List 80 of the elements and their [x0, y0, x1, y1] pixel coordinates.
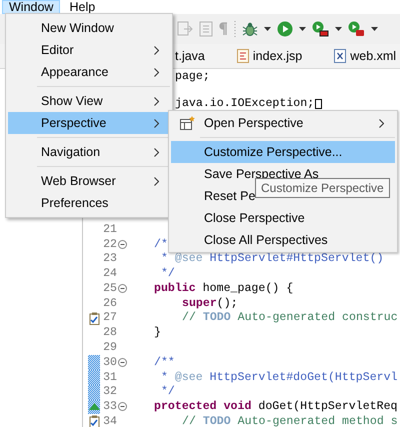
line-number: 22	[103, 238, 117, 250]
x-document-icon	[334, 49, 346, 63]
menu-item[interactable]: New Window	[8, 17, 170, 39]
line-number: 23	[103, 252, 117, 266]
line-number: 31	[103, 370, 117, 384]
collapse-icon[interactable]	[118, 284, 126, 294]
line-number: 24	[103, 267, 117, 280]
menu-item-label: Appearance	[41, 64, 108, 81]
menu-item-label: Customize Perspective...	[204, 144, 342, 161]
menu-item-label: Show View	[41, 92, 103, 110]
code-line: // TODO Auto-generated construc	[182, 310, 398, 326]
collapse-icon[interactable]	[118, 358, 126, 368]
menu-item-label: Close All Perspectives	[204, 232, 328, 249]
code-line: * @see HttpServlet#HttpServlet()	[160, 251, 384, 268]
code-line: */	[160, 266, 175, 282]
bug-icon[interactable]	[242, 21, 258, 37]
editor-tab[interactable]: index.jsp	[234, 44, 332, 68]
code-line: public home_page() {	[154, 280, 294, 297]
submenu-chevron-icon	[154, 46, 159, 54]
submenu-chevron-icon	[154, 96, 159, 106]
menu-item-label: Close Perspective	[204, 210, 305, 227]
menu-item[interactable]: Customize Perspective...	[171, 141, 395, 163]
tooltip: Customize Perspective	[255, 178, 390, 198]
editor-tab[interactable]: web.xml	[332, 44, 400, 68]
submenu-chevron-icon	[154, 148, 159, 156]
code-line: super();	[182, 296, 238, 312]
code-line: */	[160, 384, 175, 400]
menu-item-label: Preferences	[41, 194, 108, 212]
run-tool-icon[interactable]	[348, 21, 365, 37]
menu-item[interactable]: Open Perspective	[171, 112, 395, 134]
line-number: 21	[103, 222, 117, 236]
menu-item-label: Perspective	[41, 114, 106, 132]
line-number: 29	[103, 341, 117, 354]
submenu-chevron-icon	[154, 176, 159, 186]
menu-item[interactable]: Web Browser	[8, 170, 170, 192]
code-line: /**	[154, 354, 175, 371]
code-line: java.io.IOException;	[175, 96, 314, 112]
submenu-chevron-icon	[379, 118, 384, 128]
code-line: * @see HttpServlet#doGet(HttpServl	[160, 370, 398, 386]
menu-item[interactable]: Close Perspective	[171, 207, 395, 229]
line-number: 26	[103, 296, 117, 310]
line-number: 34	[103, 415, 117, 427]
submenu-chevron-icon	[154, 68, 159, 76]
menu-item[interactable]: Show View	[8, 90, 170, 112]
dropdown-caret-icon[interactable]	[335, 27, 342, 31]
code-line: }	[154, 325, 161, 342]
menu-item-label: Open Perspective	[204, 114, 304, 132]
code-line: protected void doGet(HttpServletReq	[154, 399, 398, 416]
menu-item[interactable]: Editor	[8, 39, 170, 61]
play-icon[interactable]	[277, 21, 293, 37]
menu-item-label: New Window	[41, 20, 114, 37]
dropdown-caret-icon[interactable]	[264, 27, 271, 31]
line-number: 27	[103, 311, 117, 324]
menu-item[interactable]: Preferences	[8, 192, 170, 214]
menu-item[interactable]: Navigation	[8, 141, 170, 163]
menu-item[interactable]: Close All Perspectives	[171, 229, 395, 251]
menu-item-label: Web Browser	[41, 172, 116, 190]
menu-item-label: Editor	[41, 42, 74, 59]
editor-tab[interactable]: t.java	[173, 44, 235, 68]
line-number: 25	[103, 282, 117, 295]
line-number: 28	[103, 326, 117, 340]
collapse-icon[interactable]	[118, 402, 126, 412]
document-icon	[236, 49, 249, 63]
line-number: 32	[103, 385, 117, 398]
submenu-chevron-icon	[154, 118, 159, 128]
collapse-icon[interactable]	[118, 240, 126, 249]
menu-item[interactable]: Appearance	[8, 61, 170, 83]
menu-bar-item[interactable]: Window	[2, 0, 60, 14]
dropdown-caret-icon[interactable]	[371, 27, 378, 31]
menu-item[interactable]: Perspective	[8, 112, 170, 134]
code-line: // TODO Auto-generated method s	[182, 414, 398, 427]
code-line: page;	[175, 68, 210, 85]
menu-bar-item[interactable]: Help	[62, 0, 102, 14]
dropdown-caret-icon[interactable]	[299, 27, 306, 31]
line-number: 30	[103, 356, 117, 369]
run-server-icon[interactable]	[312, 21, 329, 37]
code-line: /*	[154, 236, 168, 252]
window-layout-icon	[180, 116, 195, 130]
line-number: 33	[103, 400, 117, 414]
menu-item-label: Navigation	[41, 144, 100, 161]
